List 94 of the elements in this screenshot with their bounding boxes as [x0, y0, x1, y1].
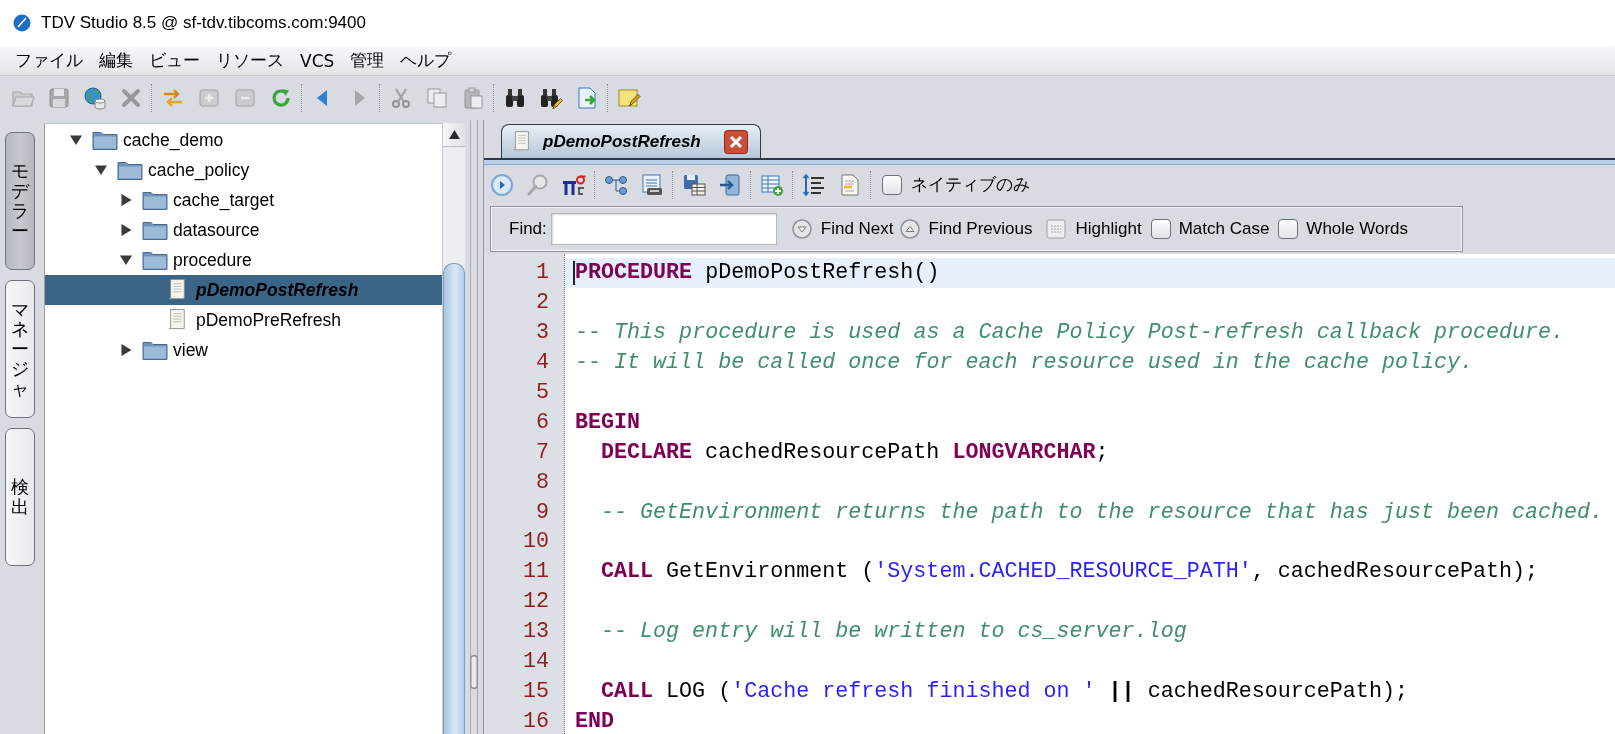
find-next-button[interactable]: Find Next: [791, 219, 894, 239]
line-number: 1: [536, 260, 549, 286]
document-icon: [167, 278, 187, 302]
document-icon[interactable]: [838, 172, 862, 197]
folder-icon: [142, 250, 168, 270]
code-line: -- It will be called once for each resource used in the cache policy.: [575, 350, 1473, 376]
highlight-button[interactable]: Highlight: [1046, 219, 1142, 239]
document-arrow-icon[interactable]: [575, 86, 599, 110]
tree-item[interactable]: cache_policy: [45, 155, 442, 185]
checkbox[interactable]: [1278, 219, 1299, 239]
expander-icon[interactable]: [120, 254, 132, 266]
down-arrow-circle-icon: [791, 219, 812, 239]
tree-item[interactable]: procedure: [45, 245, 442, 275]
code-line: -- GetEnvironment returns the path to the resource that has just been cached.: [601, 499, 1604, 525]
menu-item[interactable]: リソース: [208, 47, 292, 74]
checkbox[interactable]: [1150, 219, 1171, 239]
play-circle-icon[interactable]: [490, 172, 514, 197]
line-number: 2: [536, 290, 549, 316]
tree-item[interactable]: datasource: [45, 215, 442, 245]
line-number: 12: [522, 589, 549, 615]
line-number: 16: [522, 708, 549, 734]
expander-icon[interactable]: [120, 194, 132, 206]
highlight-icon: [1046, 219, 1067, 239]
side-tab[interactable]: マネージャ: [5, 280, 35, 418]
up-triangle-icon: [448, 130, 460, 139]
table-add-icon[interactable]: [760, 172, 784, 197]
folder-icon: [142, 340, 168, 360]
line-number: 15: [522, 678, 549, 704]
import-arrow-icon[interactable]: [718, 172, 742, 197]
expander-icon[interactable]: [120, 344, 132, 356]
line-number: 7: [536, 439, 549, 465]
side-tab[interactable]: 検出: [5, 428, 35, 566]
tree-item[interactable]: view: [45, 335, 442, 365]
window-title: TDV Studio 8.5 @ sf-tdv.tibcoms.com:9400: [41, 13, 366, 33]
binoculars-pencil-icon[interactable]: [539, 86, 563, 110]
code-line: CALL LOG ('Cache refresh finished on ' || cachedResourcePath);: [601, 678, 1408, 704]
line-number: 5: [536, 380, 549, 405]
scrollbar-thumb[interactable]: [443, 263, 465, 734]
globe-database-icon[interactable]: [83, 86, 107, 110]
line-list-icon[interactable]: [802, 172, 826, 197]
line-number: 13: [522, 619, 549, 645]
code-line: CALL GetEnvironment ('System.CACHED_RESOURCE_PATH', cachedResourcePath);: [601, 559, 1539, 585]
refresh-icon[interactable]: [269, 86, 293, 110]
line-number: 4: [536, 350, 549, 376]
line-number: 3: [536, 320, 549, 346]
app-logo-icon: [13, 14, 31, 32]
checkbox[interactable]: [882, 174, 902, 195]
code-line: END: [575, 708, 615, 734]
find-previous-button[interactable]: Find Previous: [899, 219, 1033, 239]
checkbox-label: Whole Words: [1306, 219, 1409, 239]
menu-item[interactable]: ファイル: [7, 47, 91, 74]
side-tab[interactable]: モデラー: [5, 132, 35, 270]
binoculars-icon[interactable]: [503, 86, 527, 110]
menu-item[interactable]: ビュー: [141, 47, 208, 74]
code-line: PROCEDURE pDemoPostRefresh(): [575, 260, 940, 286]
folder-icon: [142, 190, 168, 210]
splitter-grip-icon[interactable]: [470, 655, 478, 689]
code-line: -- Log entry will be written to cs_server.log: [601, 619, 1187, 645]
find-label: Find:: [509, 219, 547, 239]
tree-item[interactable]: pDemoPreRefresh: [45, 305, 442, 335]
expander-icon[interactable]: [95, 164, 107, 176]
note-pencil-icon[interactable]: [617, 86, 641, 110]
up-arrow-circle-icon: [899, 219, 920, 239]
document-icon: [167, 308, 187, 332]
menu-item[interactable]: VCS: [292, 48, 343, 73]
text-cursor: [573, 260, 575, 285]
expander-icon[interactable]: [120, 224, 132, 236]
scroll-up-button[interactable]: [443, 123, 465, 147]
folder-icon: [92, 130, 118, 150]
tree-item[interactable]: cache_demo: [45, 125, 442, 155]
document-icon: [512, 130, 531, 153]
line-number: 10: [522, 529, 549, 555]
folder-icon: [142, 220, 168, 240]
line-number: 14: [522, 649, 549, 674]
checkbox-label: ネイティブのみ: [911, 173, 1030, 196]
editor-tab[interactable]: pDemoPostRefresh: [501, 124, 761, 158]
tree-item[interactable]: cache_target: [45, 185, 442, 215]
code-line: DECLARE cachedResourcePath LONGVARCHAR;: [601, 439, 1109, 465]
menu-item[interactable]: ヘルプ: [392, 47, 460, 74]
menu-item[interactable]: 管理: [342, 47, 393, 74]
folder-icon: [117, 160, 143, 180]
checkbox-label: Match Case: [1178, 219, 1270, 239]
line-number: 8: [536, 469, 549, 495]
menu-item[interactable]: 編集: [91, 47, 141, 74]
code-line: BEGIN: [575, 409, 641, 435]
close-icon[interactable]: [724, 129, 748, 154]
line-number: 9: [536, 499, 549, 525]
line-number: 11: [522, 559, 549, 585]
form-printer-icon[interactable]: [640, 172, 664, 197]
line-number: 6: [536, 409, 549, 435]
code-line: -- This procedure is used as a Cache Policy Post-refresh callback procedure.: [575, 320, 1565, 346]
find-input[interactable]: [550, 213, 777, 245]
expander-icon[interactable]: [70, 134, 82, 146]
save-table-icon[interactable]: [682, 172, 706, 197]
